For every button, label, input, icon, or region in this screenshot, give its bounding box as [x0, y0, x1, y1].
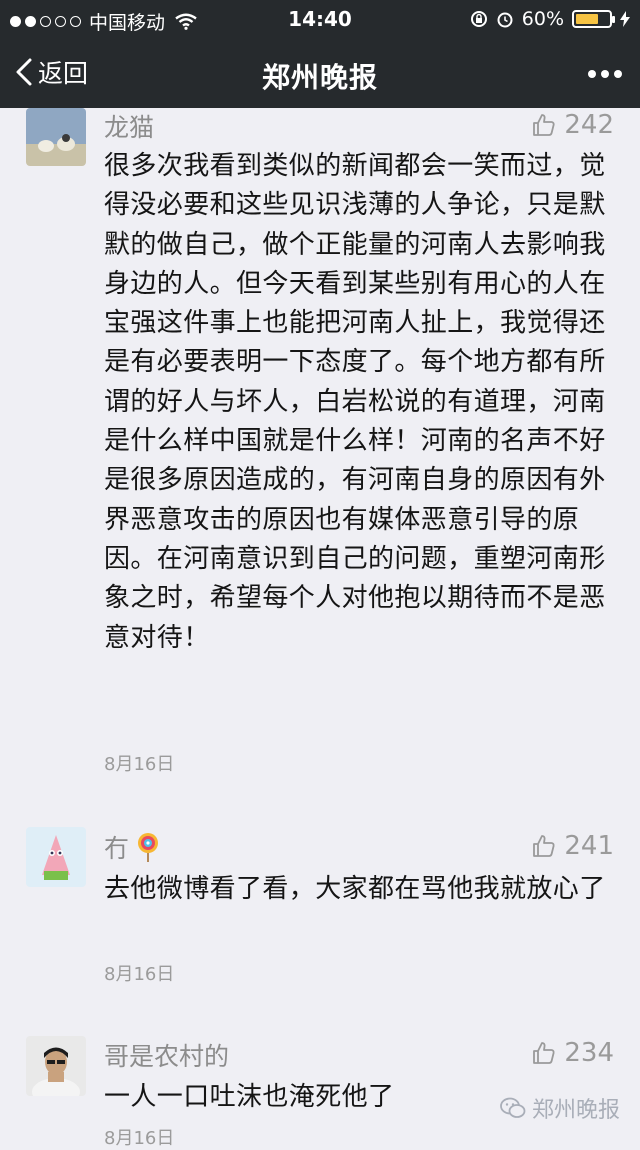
- battery-icon: [572, 10, 615, 28]
- wechat-icon: [500, 1097, 526, 1118]
- comment-date: 8月16日: [104, 1128, 175, 1149]
- commenter-name: 哥是农村的: [104, 1042, 230, 1071]
- nav-bar: 返回 郑州晚报: [0, 40, 640, 108]
- avatar[interactable]: [26, 1036, 86, 1096]
- thumbs-up-icon: [533, 114, 555, 136]
- charging-bolt-icon: [620, 11, 630, 27]
- comment-date: 8月16日: [104, 964, 175, 985]
- avatar[interactable]: [26, 108, 86, 166]
- watermark: 郑州晚报: [500, 1092, 620, 1124]
- like-count: 234: [564, 1038, 614, 1068]
- more-button[interactable]: [588, 70, 622, 78]
- page-title: 郑州晚报: [261, 61, 378, 94]
- watermark-text: 郑州晚报: [531, 1098, 620, 1123]
- lollipop-icon: [138, 833, 159, 862]
- like-count: 241: [564, 831, 614, 861]
- thumbs-up-icon: [533, 1042, 555, 1064]
- status-right: 60%: [470, 8, 630, 30]
- status-bar: 中国移动 14:40 60%: [0, 0, 640, 40]
- avatar[interactable]: [26, 827, 86, 887]
- comment-text: 去他微博看了看，大家都在骂他我就放心了: [104, 874, 606, 904]
- commenter-name: 冇: [104, 829, 163, 865]
- comment-date: 8月16日: [104, 754, 175, 775]
- like-button[interactable]: 242: [532, 110, 614, 140]
- commenter-name: 龙猫: [104, 113, 155, 142]
- like-button[interactable]: 241: [532, 831, 614, 861]
- rotation-lock-icon: [470, 11, 487, 27]
- thumbs-up-icon: [533, 835, 555, 857]
- like-count: 242: [564, 110, 614, 140]
- alarm-icon: [497, 12, 513, 28]
- like-button[interactable]: 234: [532, 1038, 614, 1068]
- comment-text: 很多次我看到类似的新闻都会一笑而过，觉得没必要和这些见识浅薄的人争论，只是默默的…: [104, 151, 606, 653]
- battery-percent: 60%: [521, 8, 564, 30]
